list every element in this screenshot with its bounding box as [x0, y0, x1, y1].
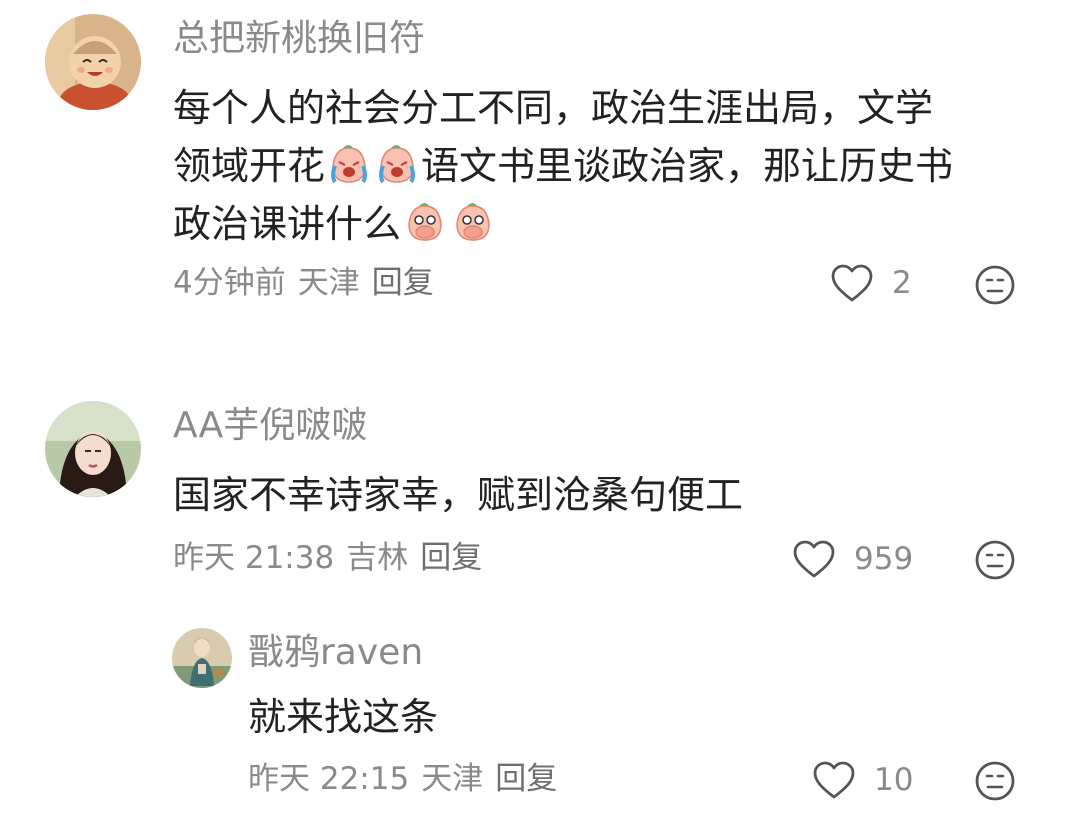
comment-text: 国家不幸诗家幸，赋到沧桑句便工: [173, 473, 744, 517]
covering-mouth-emoji: [401, 200, 449, 244]
avatar[interactable]: [45, 14, 141, 110]
username[interactable]: 戬鸦raven: [248, 635, 423, 671]
covering-mouth-emoji: [449, 200, 497, 244]
timestamp: 昨天 21:38: [173, 540, 335, 576]
like-count: 10: [874, 761, 914, 798]
comment-text: 每个人的社会分工不同，政治生涯出局，文学 领域开花 语文书里谈政治家，那让历史书 …: [173, 79, 953, 253]
comment-meta: 昨天 22:15 天津 回复: [248, 764, 557, 795]
comment-line: 领域开花 语文书里谈政治家，那让历史书: [173, 142, 954, 188]
location: 天津: [421, 761, 484, 797]
username[interactable]: AA芋倪啵啵: [173, 408, 367, 444]
dislike-button[interactable]: [974, 760, 1016, 802]
username[interactable]: 总把新桃换旧符: [173, 21, 425, 57]
comment-line: 政治课讲什么: [173, 195, 953, 253]
heart-outline-icon: [813, 761, 855, 799]
location: 天津: [297, 265, 360, 301]
like-count: 2: [892, 264, 912, 301]
like-button[interactable]: 959: [792, 539, 913, 579]
meh-face-icon: [975, 540, 1015, 580]
meh-face-icon: [975, 265, 1015, 305]
comment-meta: 昨天 21:38 吉林 回复: [173, 543, 482, 574]
heart-outline-icon: [793, 540, 835, 578]
like-button[interactable]: 10: [812, 760, 913, 800]
dislike-button[interactable]: [974, 539, 1016, 581]
crying-face-emoji: [325, 142, 373, 186]
avatar[interactable]: [172, 628, 232, 688]
timestamp: 昨天 22:15: [248, 761, 410, 797]
timestamp: 4分钟前: [173, 265, 286, 301]
avatar[interactable]: [45, 401, 141, 497]
location: 吉林: [346, 540, 409, 576]
heart-outline-icon: [831, 264, 873, 302]
meh-face-icon: [975, 761, 1015, 801]
like-count: 959: [854, 540, 914, 577]
reply-button[interactable]: 回复: [372, 268, 434, 299]
comment-line: 每个人的社会分工不同，政治生涯出局，文学: [173, 86, 934, 130]
dislike-button[interactable]: [974, 264, 1016, 306]
reply-button[interactable]: 回复: [495, 764, 557, 795]
reply-button[interactable]: 回复: [420, 543, 482, 574]
crying-face-emoji: [373, 142, 421, 186]
comment-text: 就来找这条: [248, 695, 439, 739]
comment-meta: 4分钟前 天津 回复: [173, 268, 434, 299]
like-button[interactable]: 2: [830, 263, 912, 303]
